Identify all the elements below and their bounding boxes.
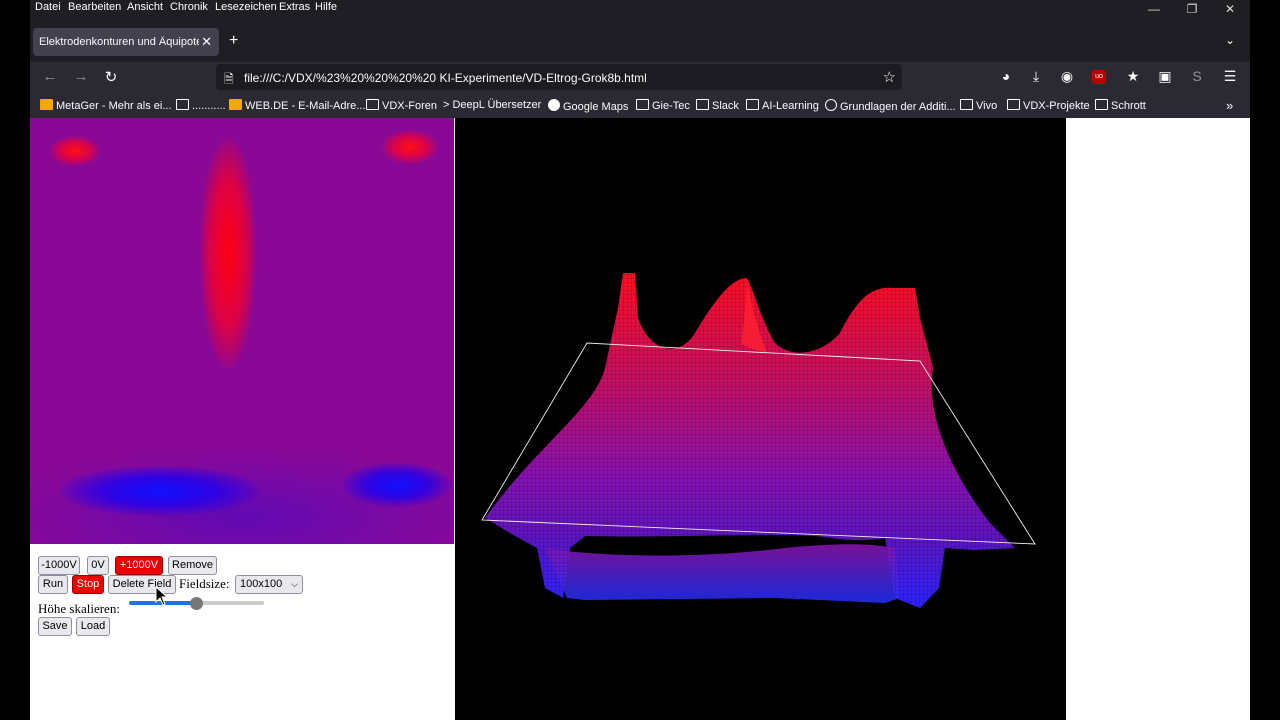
bookmark-label: DeepL Übersetzer: [452, 99, 542, 111]
zero-volt-button[interactable]: 0V: [87, 556, 109, 575]
menu-ansicht[interactable]: Ansicht: [127, 1, 163, 13]
scale-height-label: Höhe skalieren:: [38, 601, 120, 616]
menu-bearbeiten[interactable]: Bearbeiten: [68, 1, 121, 13]
reload-icon[interactable]: ↻: [101, 68, 121, 86]
url-text: file:///C:/VDX/%23%20%20%20%20 KI-Experi…: [244, 71, 647, 85]
bookmark-star-icon[interactable]: ☆: [883, 68, 896, 86]
folder-icon: [176, 99, 189, 110]
menu-extras[interactable]: Extras: [279, 1, 310, 13]
electrode-positive: [50, 136, 100, 166]
stop-button[interactable]: Stop: [72, 575, 104, 594]
electrode-negative: [60, 466, 260, 516]
plus-1000v-button[interactable]: +1000V: [115, 556, 163, 575]
fieldsize-value: 100x100: [240, 578, 283, 590]
bookmark-label: WEB.DE - E-Mail-Adre...: [245, 100, 366, 112]
menu-lesezeichen[interactable]: Lesezeichen: [215, 1, 277, 13]
webde-icon: [229, 99, 242, 110]
menu-bar: Datei Bearbeiten Ansicht Chronik Lesezei…: [30, 0, 1250, 18]
tab-title: Elektrodenkonturen und Äquipoten: [39, 36, 199, 48]
surface-3d-view[interactable]: [455, 118, 1066, 720]
surface-plot: [481, 273, 1036, 608]
bookmark-item[interactable]: Gie-Tec: [636, 99, 690, 112]
page-content: -1000V 0V +1000V Remove Run Stop Delete …: [30, 118, 1250, 720]
bookmark-item[interactable]: Grundlagen der Additi...: [825, 99, 956, 113]
folder-icon: [1007, 99, 1020, 110]
bookmarks-bar: MetaGer - Mehr als ei... ........... WEB…: [30, 94, 1250, 118]
ublock-icon[interactable]: uo: [1092, 70, 1106, 84]
page-icon: 🗎: [224, 72, 234, 86]
url-bar[interactable]: 🗎 file:///C:/VDX/%23%20%20%20%20 KI-Expe…: [216, 64, 902, 90]
electrode-negative: [342, 463, 452, 507]
bookmark-label: Slack: [712, 100, 739, 112]
fieldsize-label: Fieldsize:: [179, 576, 230, 591]
bookmark-item[interactable]: Vivo: [960, 99, 997, 112]
bookmark-item[interactable]: AI-Learning: [746, 99, 819, 112]
bookmark-item[interactable]: ...........: [176, 99, 226, 112]
google-icon: [548, 99, 560, 111]
menu-chronik[interactable]: Chronik: [170, 1, 208, 13]
sync-icon[interactable]: S: [1187, 68, 1207, 84]
electrode-positive: [382, 130, 438, 164]
chevron-down-icon: ⌵: [291, 579, 298, 589]
mouse-cursor-icon: [155, 586, 169, 606]
save-button[interactable]: Save: [38, 617, 72, 636]
bookmark-label: MetaGer - Mehr als ei...: [56, 100, 172, 112]
browser-window: Datei Bearbeiten Ansicht Chronik Lesezei…: [30, 0, 1250, 720]
remove-button[interactable]: Remove: [168, 556, 217, 575]
minimize-icon[interactable]: —: [1144, 2, 1164, 16]
bookmark-item[interactable]: Schrott: [1095, 99, 1146, 112]
folder-icon: [366, 99, 379, 110]
folder-icon: [636, 99, 649, 110]
folder-icon: [960, 99, 973, 110]
bookmark-item[interactable]: Slack: [696, 99, 739, 112]
bookmark-item[interactable]: VDX-Foren: [366, 99, 437, 112]
close-icon[interactable]: ✕: [1220, 2, 1240, 16]
menu-hilfe[interactable]: Hilfe: [315, 1, 337, 13]
tab-active[interactable]: Elektrodenkonturen und Äquipoten ✕: [33, 28, 219, 56]
globe-icon: [825, 99, 837, 111]
extension-icon[interactable]: ★: [1123, 68, 1143, 85]
pocket-icon[interactable]: ◕: [996, 68, 1016, 84]
restore-icon[interactable]: ❐: [1182, 2, 1202, 16]
fieldsize-select[interactable]: 100x100 ⌵: [235, 575, 303, 594]
bookmark-label: Google Maps: [563, 101, 629, 113]
download-icon[interactable]: ⤓: [1026, 68, 1046, 85]
folder-icon: [696, 99, 709, 110]
potential-field-canvas[interactable]: [30, 118, 454, 544]
deepl-icon: >: [443, 99, 450, 111]
bookmark-item[interactable]: WEB.DE - E-Mail-Adre...: [229, 99, 365, 112]
bookmark-label: Schrott: [1111, 100, 1146, 112]
bookmark-item[interactable]: MetaGer - Mehr als ei...: [40, 99, 172, 112]
metager-icon: [40, 99, 53, 110]
bookmark-item[interactable]: Google Maps: [548, 99, 628, 113]
account-icon[interactable]: ◉: [1057, 68, 1077, 85]
electrode-positive: [200, 138, 256, 368]
minus-1000v-button[interactable]: -1000V: [38, 556, 80, 575]
menu-datei[interactable]: Datei: [35, 1, 61, 13]
chevron-double-right-icon[interactable]: »: [1226, 98, 1233, 113]
bookmark-item[interactable]: VDX-Projekte: [1007, 99, 1090, 112]
close-icon[interactable]: ✕: [201, 34, 212, 50]
puzzle-icon[interactable]: ▣: [1155, 68, 1175, 85]
folder-icon: [1095, 99, 1108, 110]
bookmark-item[interactable]: > DeepL Übersetzer: [443, 99, 541, 111]
forward-arrow-icon[interactable]: →: [71, 68, 91, 85]
bookmark-label: Gie-Tec: [652, 100, 690, 112]
back-arrow-icon[interactable]: ←: [40, 68, 60, 85]
run-button[interactable]: Run: [38, 575, 68, 594]
bookmark-label: Vivo: [976, 100, 998, 112]
scale-slider-thumb[interactable]: [190, 597, 203, 610]
bookmark-label: AI-Learning: [762, 100, 819, 112]
bookmark-label: Grundlagen der Additi...: [840, 101, 956, 113]
new-tab-icon[interactable]: +: [229, 32, 238, 50]
surface-mesh: [485, 273, 1015, 608]
folder-icon: [746, 99, 759, 110]
bookmark-label: VDX-Projekte: [1023, 100, 1090, 112]
menu-icon[interactable]: ☰: [1220, 68, 1240, 85]
bookmark-label: VDX-Foren: [382, 100, 438, 112]
nav-bar: ← → ↻ 🗎 file:///C:/VDX/%23%20%20%20%20 K…: [30, 62, 1250, 94]
bookmark-label: ...........: [192, 100, 226, 112]
load-button[interactable]: Load: [76, 617, 110, 636]
chevron-down-icon[interactable]: ⌄: [1225, 33, 1235, 47]
